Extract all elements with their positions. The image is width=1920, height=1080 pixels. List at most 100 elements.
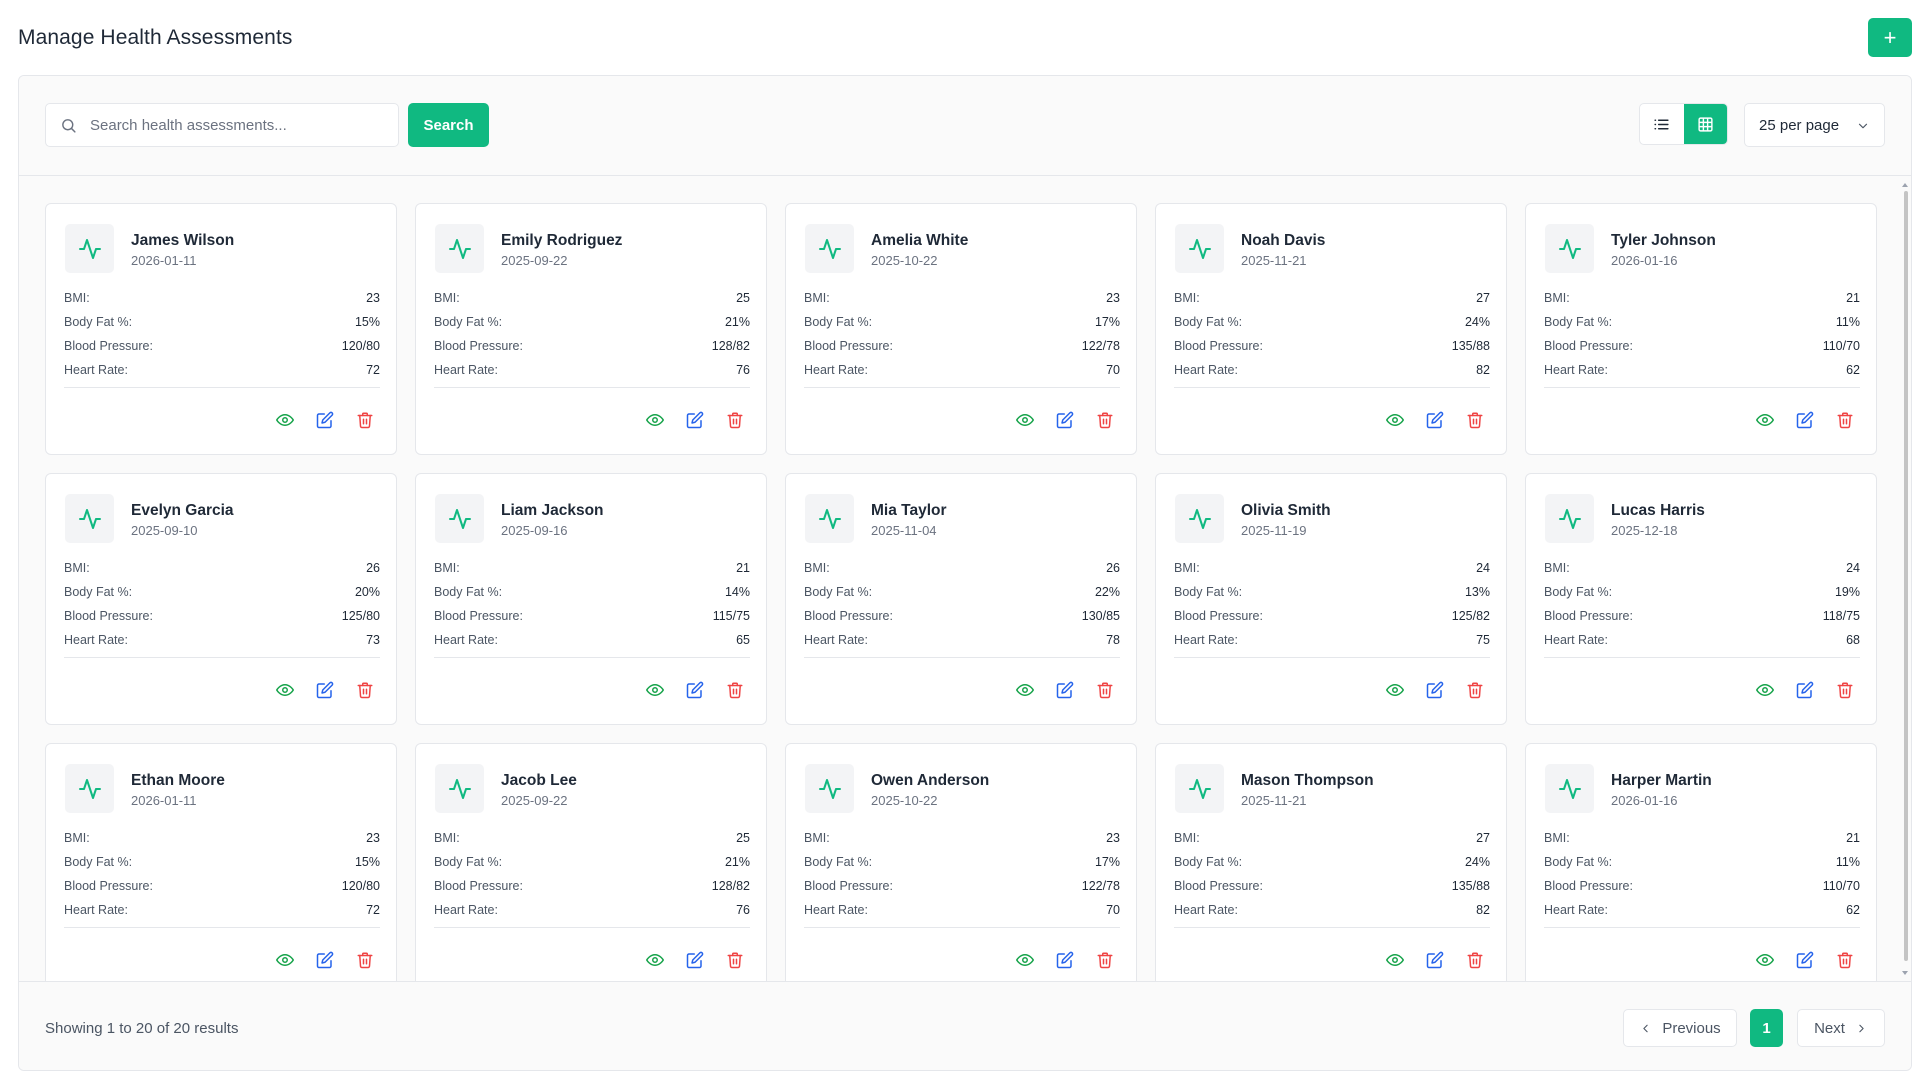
edit-icon[interactable] [1426, 681, 1444, 699]
metric-value: 19% [1834, 585, 1860, 599]
assessment-date: 2026-01-16 [1611, 793, 1678, 808]
delete-trash-icon[interactable] [1096, 681, 1114, 699]
delete-trash-icon[interactable] [726, 951, 744, 969]
delete-trash-icon[interactable] [1836, 681, 1854, 699]
metric-label: BMI: [1544, 291, 1570, 305]
activity-avatar [65, 764, 114, 813]
delete-trash-icon[interactable] [356, 681, 374, 699]
activity-avatar [805, 494, 854, 543]
view-eye-icon[interactable] [276, 681, 294, 699]
metric-label: Heart Rate: [1174, 363, 1238, 377]
delete-trash-icon[interactable] [356, 951, 374, 969]
search-input[interactable] [90, 104, 390, 146]
patient-name: Ethan Moore [131, 772, 225, 789]
delete-trash-icon[interactable] [726, 411, 744, 429]
assessment-date: 2025-11-21 [1241, 253, 1307, 268]
delete-trash-icon[interactable] [356, 411, 374, 429]
view-eye-icon[interactable] [646, 681, 664, 699]
metric-label: Body Fat %: [434, 855, 503, 869]
metric-bmi: BMI: 26 [804, 561, 1120, 585]
activity-avatar [1175, 224, 1224, 273]
metric-value: 115/75 [712, 609, 750, 623]
metric-value: 25 [736, 831, 750, 845]
metric-label: Blood Pressure: [1174, 879, 1263, 893]
previous-page-button[interactable]: Previous [1623, 1009, 1737, 1047]
edit-icon[interactable] [1796, 411, 1814, 429]
delete-trash-icon[interactable] [1096, 951, 1114, 969]
edit-icon[interactable] [1056, 681, 1074, 699]
edit-icon[interactable] [1426, 411, 1444, 429]
metric-value: 128/82 [711, 879, 750, 893]
metric-blood-pressure: Blood Pressure: 115/75 [434, 609, 750, 633]
search-box[interactable] [45, 103, 399, 147]
view-eye-icon[interactable] [276, 951, 294, 969]
metric-body-fat: Body Fat %: 15% [64, 315, 380, 339]
list-view-button[interactable] [1640, 104, 1684, 144]
edit-icon[interactable] [1056, 951, 1074, 969]
view-eye-icon[interactable] [1016, 411, 1034, 429]
grid-view-button[interactable] [1683, 104, 1727, 144]
metric-label: Body Fat %: [804, 855, 873, 869]
metric-blood-pressure: Blood Pressure: 120/80 [64, 339, 380, 363]
per-page-select[interactable]: 25 per page [1744, 103, 1885, 147]
next-page-button[interactable]: Next [1797, 1009, 1885, 1047]
edit-icon[interactable] [1426, 951, 1444, 969]
delete-trash-icon[interactable] [726, 681, 744, 699]
metric-label: Heart Rate: [64, 633, 128, 647]
metric-value: 21% [724, 855, 750, 869]
view-eye-icon[interactable] [1756, 951, 1774, 969]
view-eye-icon[interactable] [646, 951, 664, 969]
delete-trash-icon[interactable] [1096, 411, 1114, 429]
edit-icon[interactable] [1056, 411, 1074, 429]
view-eye-icon[interactable] [1386, 681, 1404, 699]
metric-value: 21% [724, 315, 750, 329]
delete-trash-icon[interactable] [1466, 681, 1484, 699]
edit-icon[interactable] [1796, 681, 1814, 699]
view-eye-icon[interactable] [276, 411, 294, 429]
metrics-list: BMI: 21 Body Fat %: 11% Blood Pressure: 110… [1544, 291, 1860, 387]
delete-trash-icon[interactable] [1466, 411, 1484, 429]
edit-icon[interactable] [316, 951, 334, 969]
edit-icon[interactable] [316, 681, 334, 699]
cards-scroll-area[interactable]: James Wilson 2026-01-11 BMI: 23 Body Fat … [19, 177, 1911, 981]
view-eye-icon[interactable] [1756, 411, 1774, 429]
scrollbar-thumb[interactable] [1904, 191, 1908, 961]
patient-name: James Wilson [131, 232, 235, 249]
view-eye-icon[interactable] [1016, 951, 1034, 969]
metric-value: 62 [1846, 903, 1860, 917]
metric-heart-rate: Heart Rate: 76 [434, 363, 750, 387]
metric-value: 22% [1094, 585, 1120, 599]
patient-name: Harper Martin [1611, 772, 1712, 789]
view-eye-icon[interactable] [1756, 681, 1774, 699]
metric-bmi: BMI: 21 [1544, 831, 1860, 855]
metric-bmi: BMI: 23 [804, 831, 1120, 855]
edit-icon[interactable] [686, 681, 704, 699]
card-divider [1544, 927, 1860, 928]
delete-trash-icon[interactable] [1466, 951, 1484, 969]
edit-icon[interactable] [686, 411, 704, 429]
delete-trash-icon[interactable] [1836, 951, 1854, 969]
view-eye-icon[interactable] [646, 411, 664, 429]
assessment-date: 2025-10-22 [871, 793, 938, 808]
view-eye-icon[interactable] [1016, 681, 1034, 699]
add-assessment-button[interactable]: + [1868, 18, 1912, 57]
edit-icon[interactable] [316, 411, 334, 429]
metric-body-fat: Body Fat %: 21% [434, 855, 750, 879]
metric-value: 122/78 [1081, 879, 1120, 893]
scroll-down-arrow[interactable] [1902, 971, 1908, 975]
assessment-card: Harper Martin 2026-01-16 BMI: 21 Body Fat… [1525, 743, 1877, 981]
metric-label: BMI: [434, 291, 460, 305]
scroll-up-arrow[interactable] [1902, 183, 1908, 187]
view-eye-icon[interactable] [1386, 951, 1404, 969]
metric-label: Blood Pressure: [64, 879, 153, 893]
edit-icon[interactable] [1796, 951, 1814, 969]
metric-value: 15% [354, 855, 380, 869]
metric-value: 75 [1476, 633, 1490, 647]
delete-trash-icon[interactable] [1836, 411, 1854, 429]
search-button[interactable]: Search [408, 103, 489, 147]
view-eye-icon[interactable] [1386, 411, 1404, 429]
edit-icon[interactable] [686, 951, 704, 969]
page-1-button[interactable]: 1 [1750, 1009, 1783, 1047]
metric-label: Body Fat %: [804, 585, 873, 599]
per-page-value: 25 per page [1759, 117, 1840, 134]
